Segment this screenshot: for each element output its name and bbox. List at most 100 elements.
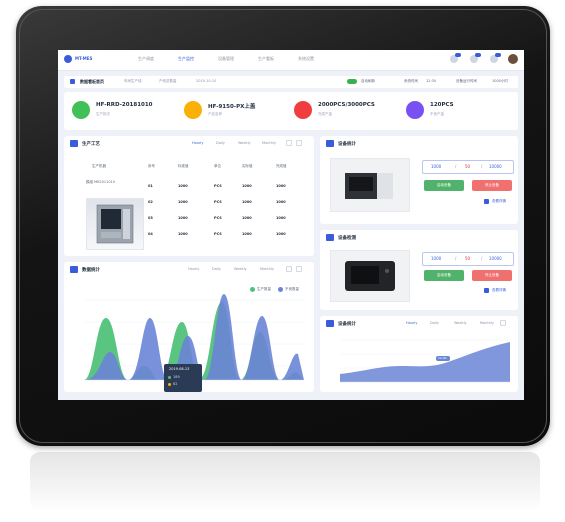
stat-value: 120PCS	[430, 102, 454, 108]
col-header-unit: 单位	[214, 164, 221, 168]
page-title: 数据看板首页	[80, 79, 104, 84]
auto-refresh-label: 自动刷新	[361, 79, 375, 83]
printer-illustration	[345, 173, 393, 199]
col-header-actual: 实际值	[242, 164, 253, 168]
stat-value: HF-RRD-20181010	[96, 102, 153, 108]
stats-row: HF-RRD-20181010 生产批次 HF-9150-PX上盖 产品名称 2…	[64, 92, 518, 130]
panel-title: 生产工艺	[82, 142, 100, 147]
table-cell: 1000	[242, 232, 252, 236]
tab-weekly[interactable]: Weekly	[238, 141, 251, 145]
machine-illustration	[96, 204, 134, 244]
start-device-button[interactable]: 启动设备	[424, 270, 464, 281]
table-cell: PCS	[214, 216, 222, 220]
batch-icon	[72, 101, 90, 119]
device-icon	[326, 234, 334, 241]
tab-daily[interactable]: Daily	[216, 141, 225, 145]
details-link[interactable]: 查看详情	[492, 288, 506, 293]
counter-slash: /	[455, 164, 457, 169]
col-header-machine: 生产机器	[92, 164, 106, 168]
tooltip-defect-value: 62	[173, 382, 178, 386]
tooltip-title: 2019-08-13	[169, 367, 190, 371]
stat-label: 产品名称	[208, 112, 222, 116]
process-panel: 生产工艺 Hourly Daily Weekly Monthly 生产机器 序号…	[64, 136, 314, 256]
table-cell: 1000	[276, 232, 286, 236]
stat-card-defect: 120PCS 不良产量	[406, 99, 516, 123]
table-cell: 1000	[276, 184, 286, 188]
table-cell: PCS	[214, 184, 222, 188]
panel-title: 设备检测	[338, 236, 356, 241]
details-link[interactable]: 查看详情	[492, 199, 506, 204]
expand-button[interactable]	[296, 140, 302, 146]
counter-current: 50	[465, 164, 471, 169]
machine-label: 模组 MK2011010	[86, 180, 116, 184]
table-cell: 01	[148, 184, 153, 188]
stop-device-button[interactable]: 停止设备	[472, 180, 512, 191]
table-cell: 04	[148, 232, 153, 236]
counter-current: 50	[465, 256, 471, 261]
stat-card-product: HF-9150-PX上盖 产品名称	[184, 99, 294, 123]
table-cell: 1000	[242, 216, 252, 220]
table-cell: 1000	[242, 184, 252, 188]
tooltip-dot-production	[168, 376, 171, 379]
device-panel-3: 设备统计 Hourly Daily Weekly Monthly 12,00	[320, 316, 518, 392]
avatar[interactable]	[508, 54, 518, 64]
device-area-chart	[340, 339, 510, 383]
system-time-label: 系统时间	[404, 79, 418, 83]
nav-item-5[interactable]: 系统设置	[298, 56, 314, 62]
tablet-reflection	[30, 452, 540, 512]
table-cell: 03	[148, 216, 153, 220]
device-image	[330, 250, 410, 302]
sub-info-3: 2019-10-10	[196, 79, 217, 83]
defect-icon	[406, 101, 424, 119]
table-cell: 1000	[276, 200, 286, 204]
chart-bubble-label: 12,00	[438, 356, 447, 360]
nav-item-3[interactable]: 设备管理	[218, 56, 234, 62]
process-icon	[70, 140, 78, 147]
auto-refresh-toggle[interactable]	[347, 79, 357, 84]
nav-item-1[interactable]: 生产调度	[138, 56, 154, 62]
stop-device-button[interactable]: 停止设备	[472, 270, 512, 281]
device-counter-box: 1000 / 50 / 10000	[422, 160, 514, 174]
settings-badge	[495, 53, 501, 57]
runtime-value: 1000小时	[492, 79, 508, 83]
counter-total: 1000	[431, 164, 442, 169]
system-time-value: 12:30	[426, 79, 437, 83]
tab-hourly[interactable]: Hourly	[192, 141, 203, 145]
refresh-button[interactable]	[286, 140, 292, 146]
device-counter-box: 1000 / 50 / 10000	[422, 252, 514, 266]
counter-target: 10000	[489, 164, 502, 169]
counter-total: 1000	[431, 256, 442, 261]
counter-target: 10000	[489, 256, 502, 261]
stat-label: 生产批次	[96, 112, 110, 116]
stat-card-batch: HF-RRD-20181010 生产批次	[72, 99, 182, 123]
details-icon	[484, 199, 489, 204]
col-header-complete: 完成值	[276, 164, 287, 168]
menu-icon[interactable]	[70, 79, 75, 84]
device-panel-2: 设备检测 1000 / 50 / 10000 启动设备 停止设备 查看详情	[320, 230, 518, 310]
message-badge	[455, 53, 461, 57]
table-cell: 1000	[178, 200, 188, 204]
device-panel-1: 设备统计 1000 / 50 / 10000 启动设备 停止设备 查看详情	[320, 136, 518, 224]
runtime-label: 设备运行时间	[456, 79, 477, 83]
start-device-button[interactable]: 启动设备	[424, 180, 464, 191]
counter-slash: /	[481, 164, 483, 169]
tab-monthly[interactable]: Monthly	[262, 141, 276, 145]
bell-badge	[475, 53, 481, 57]
stat-label: 不良产量	[430, 112, 444, 116]
table-cell: PCS	[214, 232, 222, 236]
nav-item-2[interactable]: 生产监控	[178, 56, 194, 62]
sub-info-2: 产线总数量	[159, 79, 177, 83]
table-cell: 02	[148, 200, 153, 204]
logo-icon	[64, 55, 72, 63]
device-icon	[326, 140, 334, 147]
top-bar: MT-MES 生产调度 生产监控 设备管理 生产看板 系统设置	[58, 50, 524, 71]
table-cell: 1000	[178, 184, 188, 188]
sub-info-1: 车间生产线	[124, 79, 142, 83]
nav-item-4[interactable]: 生产看板	[258, 56, 274, 62]
details-icon	[484, 288, 489, 293]
device-area-series	[340, 342, 510, 382]
device-image	[330, 158, 410, 212]
table-cell: 1000	[242, 200, 252, 204]
sub-header: 数据看板首页 车间生产线 产线总数量 2019-10-10 自动刷新 系统时间 …	[64, 76, 518, 88]
tooltip-dot-defect	[168, 383, 171, 386]
